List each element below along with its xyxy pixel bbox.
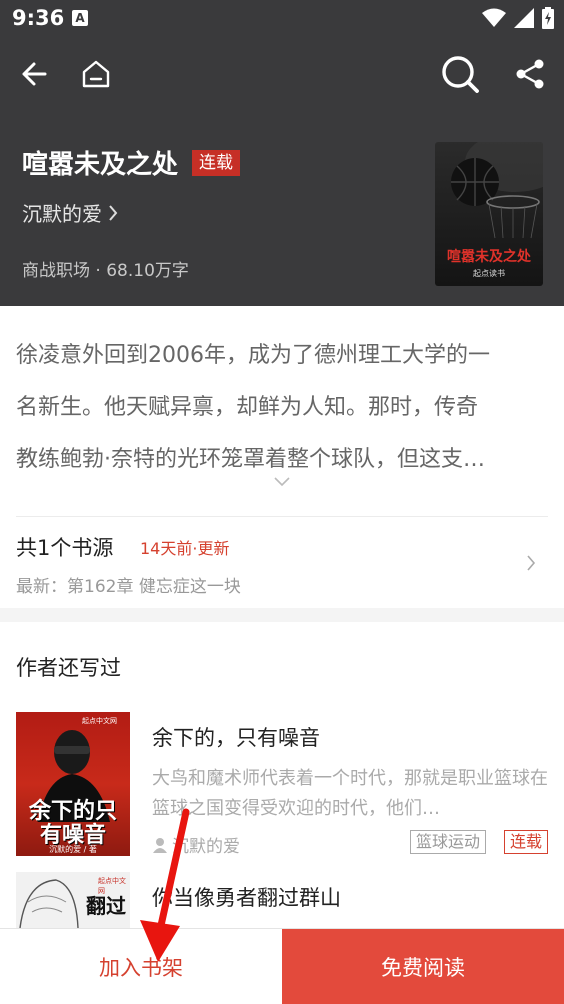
latest-chapter: 最新：第162章 健忘症这一块	[16, 577, 241, 597]
home-icon	[82, 60, 110, 88]
share-button[interactable]	[510, 54, 550, 94]
genre-tag: 篮球运动	[409, 830, 486, 854]
chevron-down-icon	[274, 477, 290, 487]
back-button[interactable]	[14, 54, 54, 94]
basketball-illustration	[451, 142, 543, 239]
back-arrow-icon	[22, 62, 47, 86]
book-cover[interactable]: 喧嚣未及之处 起点读书	[435, 142, 543, 286]
book-name: 你当像勇者翻过群山	[152, 886, 341, 910]
author-name: 沉默的爱	[22, 202, 102, 226]
book-title-row: 喧嚣未及之处 连载	[22, 144, 241, 181]
status-tag: 连载	[503, 830, 548, 854]
book-desc: 大鸟和魔术师代表着一个时代，那就是职业篮球在篮球之国变得受欢迎的时代，他们…	[152, 768, 548, 819]
bottom-action-bar: 加入书架 免费阅读	[0, 928, 564, 1004]
home-button[interactable]	[76, 54, 116, 94]
status-time: 9:36	[12, 6, 65, 30]
notification-app-icon: A	[72, 10, 88, 26]
author-link[interactable]: 沉默的爱	[22, 198, 118, 227]
chevron-right-icon	[109, 204, 118, 221]
cover-title: 余下的只有噪音	[28, 799, 117, 848]
share-icon	[516, 59, 544, 89]
book-thumbnail: 起点中文网 翻过	[16, 872, 130, 928]
search-icon	[442, 56, 479, 93]
battery-icon	[542, 7, 554, 29]
cover-publisher: 起点中文网	[82, 717, 117, 725]
other-works-title: 作者还写过	[16, 656, 121, 680]
synopsis-line: 徐凌意外回到2006年，成为了德州理工大学的一	[16, 343, 490, 368]
expand-synopsis-button[interactable]	[274, 472, 290, 491]
search-button[interactable]	[440, 54, 480, 94]
book-name: 余下的，只有噪音	[152, 726, 320, 750]
cover-author: 沉默的爱 / 著	[49, 845, 97, 854]
source-count: 共1个书源	[16, 536, 114, 560]
synopsis[interactable]: 徐凌意外回到2006年，成为了德州理工大学的一 名新生。他天赋异禀，却鲜为人知。…	[16, 330, 548, 486]
cover-title: 翻过	[86, 894, 126, 918]
user-icon	[153, 837, 167, 853]
chevron-right-icon	[527, 555, 536, 571]
cover-publisher: 起点读书	[473, 269, 505, 278]
list-item[interactable]: 起点中文网 余下的只有噪音 沉默的爱 / 著 余下的，只有噪音 大鸟和魔术师代表…	[0, 712, 564, 862]
signal-icon	[514, 8, 534, 28]
wifi-icon	[482, 8, 506, 27]
read-free-button[interactable]: 免费阅读	[282, 929, 564, 1004]
book-meta: 商战职场 · 68.10万字	[22, 261, 189, 281]
book-thumbnail: 起点中文网 余下的只有噪音 沉默的爱 / 著	[16, 712, 130, 856]
system-icons	[482, 7, 554, 29]
book-header: 喧嚣未及之处 连载 沉默的爱 商战职场 · 68.10万字 喧嚣未及之处 起点读…	[0, 40, 564, 306]
book-meta-row: 沉默的爱 篮球运动 连载	[152, 830, 548, 857]
status-badge: 连载	[192, 149, 241, 176]
cover-title: 喧嚣未及之处	[447, 249, 531, 265]
book-title: 喧嚣未及之处	[22, 150, 179, 180]
book-author: 沉默的爱	[152, 832, 240, 857]
section-gap	[0, 608, 564, 622]
book-source-row[interactable]: 共1个书源 14天前·更新 最新：第162章 健忘症这一块	[0, 516, 564, 608]
source-updated: 14天前·更新	[140, 539, 230, 558]
status-bar: 9:36 A	[0, 0, 564, 40]
book-author-name: 沉默的爱	[172, 837, 240, 857]
add-to-shelf-button[interactable]: 加入书架	[0, 929, 282, 1004]
synopsis-line: 名新生。他天赋异禀，却鲜为人知。那时，传奇	[16, 395, 479, 420]
